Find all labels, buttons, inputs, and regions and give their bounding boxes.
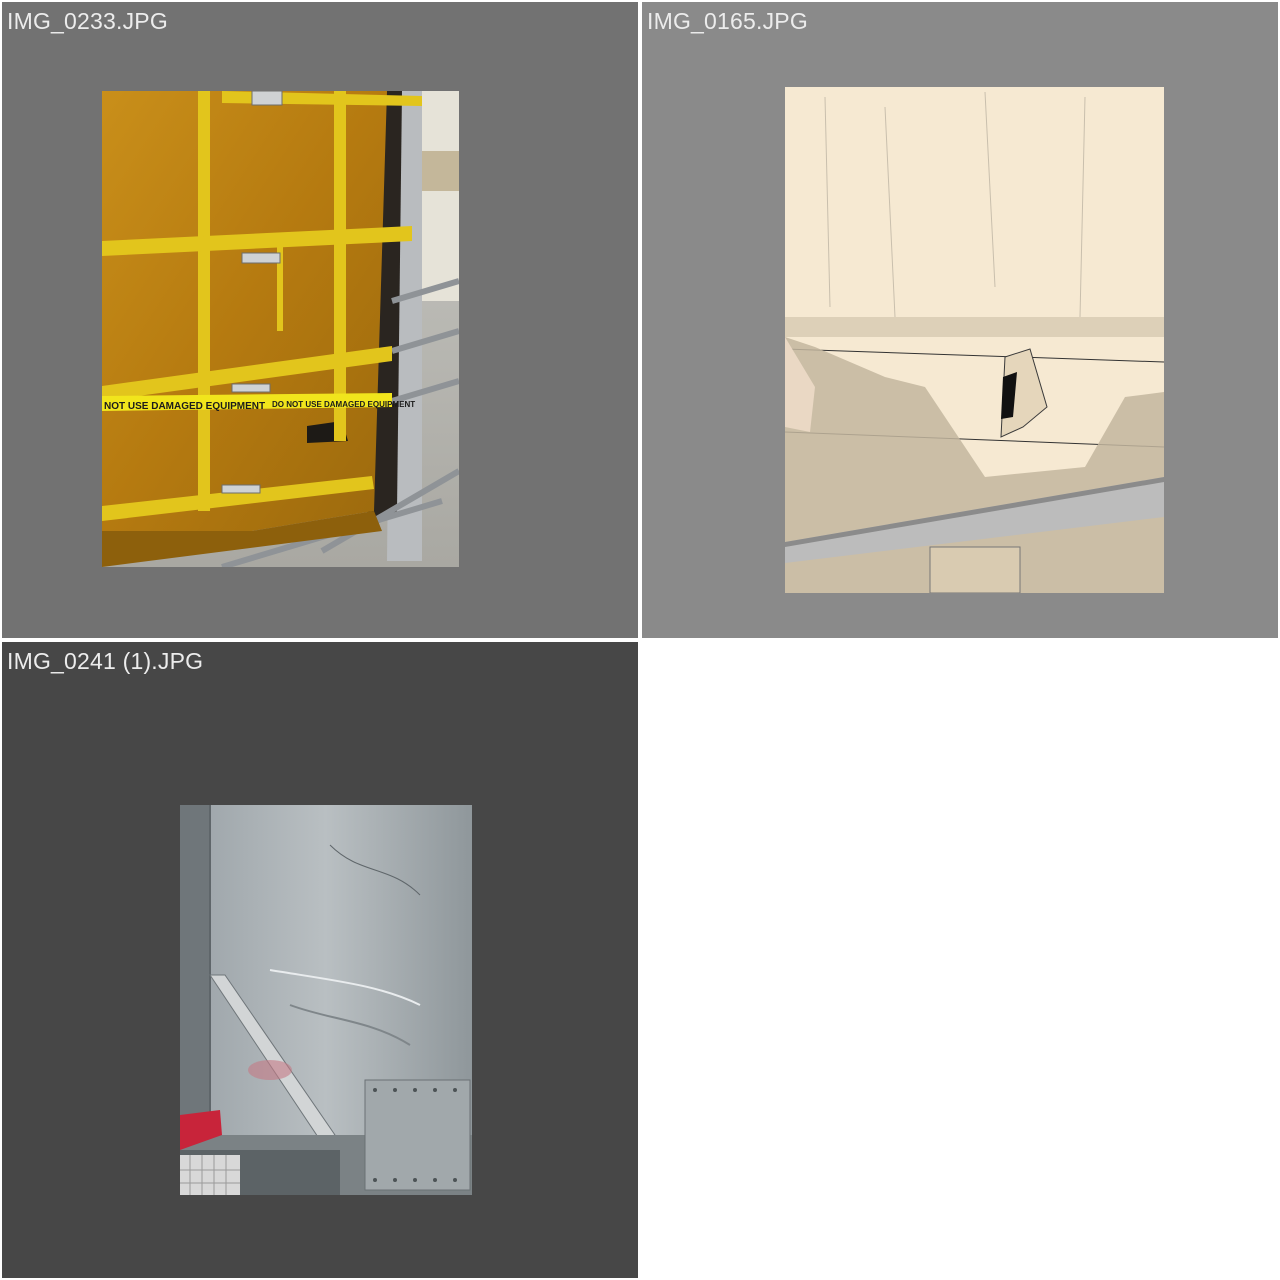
empty-grid-cell xyxy=(640,640,1280,1280)
tile-filename-label: IMG_0165.JPG xyxy=(647,8,808,34)
photo-tile-img-0241[interactable]: IMG_0241 (1).JPG xyxy=(2,642,638,1278)
photo-tile-img-0165[interactable]: IMG_0165.JPG xyxy=(642,2,1278,638)
photo-tile-img-0233[interactable]: IMG_0233.JPG NOT USE DAMAGED EQUIPMENT D… xyxy=(2,2,638,638)
torn-fabric-image xyxy=(785,87,1164,593)
warning-tape-text-2: DO NOT USE DAMAGED EQUIPMENT xyxy=(272,400,415,409)
cargo-container-image: NOT USE DAMAGED EQUIPMENT DO NOT USE DAM… xyxy=(102,91,459,567)
photo-thumbnail xyxy=(180,805,472,1195)
photo-thumbnail xyxy=(785,87,1164,593)
warning-tape-text: NOT USE DAMAGED EQUIPMENT xyxy=(104,401,265,412)
photo-thumbnail: NOT USE DAMAGED EQUIPMENT DO NOT USE DAM… xyxy=(102,91,459,567)
tile-filename-label: IMG_0233.JPG xyxy=(7,8,168,34)
dented-metal-panel-image xyxy=(180,805,472,1195)
tile-filename-label: IMG_0241 (1).JPG xyxy=(7,648,204,674)
